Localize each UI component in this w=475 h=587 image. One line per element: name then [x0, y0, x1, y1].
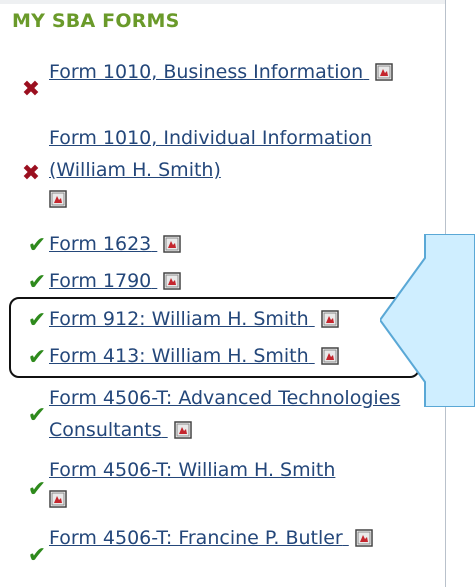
- pdf-document-icon[interactable]: [163, 272, 182, 290]
- checkmark-icon: ✔: [27, 344, 47, 370]
- form-link-label: Form 4506-T: Francine P. Butler: [49, 527, 343, 549]
- x-mark-icon: ✖: [21, 160, 41, 186]
- checkmark-icon: ✔: [27, 232, 47, 258]
- checkmark-icon: ✔: [27, 402, 47, 428]
- form-list-item: ✔ Form 1790: [0, 265, 440, 297]
- checkmark-icon: ✔: [27, 307, 47, 333]
- form-link-1010-business[interactable]: Form 1010, Business Information: [49, 56, 440, 88]
- pdf-document-icon[interactable]: [163, 235, 182, 253]
- form-list-item: ✖ Form 1010, Business Information: [0, 52, 440, 122]
- pdf-document-icon[interactable]: [320, 310, 339, 328]
- form-link-label: Form 912: William H. Smith: [49, 308, 309, 330]
- form-list-item: ✔ Form 4506-T: Francine P. Butler: [0, 522, 440, 587]
- form-link-1010-individual[interactable]: Form 1010, Individual Information (Willi…: [49, 122, 440, 208]
- pdf-document-icon[interactable]: [320, 347, 339, 365]
- x-mark-icon: ✖: [21, 76, 41, 102]
- section-heading: MY SBA FORMS: [12, 10, 180, 32]
- form-list-item: ✔ Form 912: William H. Smith: [0, 303, 440, 335]
- form-list-item: ✔ Form 413: William H. Smith: [0, 340, 440, 372]
- form-link-label: Form 413: William H. Smith: [49, 345, 309, 367]
- form-link-label: Form 1790: [49, 270, 152, 292]
- callout-pointer: [380, 234, 475, 407]
- top-border: [0, 0, 445, 4]
- form-list-item: ✔ Form 4506-T: William H. Smith: [0, 454, 440, 524]
- form-link-label: Form 4506-T: William H. Smith: [49, 459, 336, 481]
- pdf-document-icon[interactable]: [173, 421, 192, 439]
- form-link-label: Form 1010, Individual Information (Willi…: [49, 127, 372, 181]
- checkmark-icon: ✔: [27, 542, 47, 568]
- pdf-document-icon[interactable]: [49, 490, 67, 508]
- form-link-4506t-smith[interactable]: Form 4506-T: William H. Smith: [49, 454, 440, 508]
- checkmark-icon: ✔: [27, 476, 47, 502]
- form-link-label: Form 1623: [49, 233, 152, 255]
- form-list-item: ✔ Form 4506-T: Advanced Technologies Con…: [0, 382, 440, 452]
- form-link-label: Form 1010, Business Information: [49, 61, 364, 83]
- checkmark-icon: ✔: [27, 269, 47, 295]
- pdf-document-icon[interactable]: [375, 63, 393, 81]
- pdf-document-icon[interactable]: [355, 529, 373, 547]
- pdf-document-icon[interactable]: [49, 190, 67, 208]
- form-list-item: ✖ Form 1010, Individual Information (Wil…: [0, 122, 440, 222]
- form-link-4506t-butler[interactable]: Form 4506-T: Francine P. Butler: [49, 522, 440, 554]
- form-link-label: Form 4506-T: Advanced Technologies Consu…: [49, 387, 401, 441]
- form-list-item: ✔ Form 1623: [0, 228, 440, 260]
